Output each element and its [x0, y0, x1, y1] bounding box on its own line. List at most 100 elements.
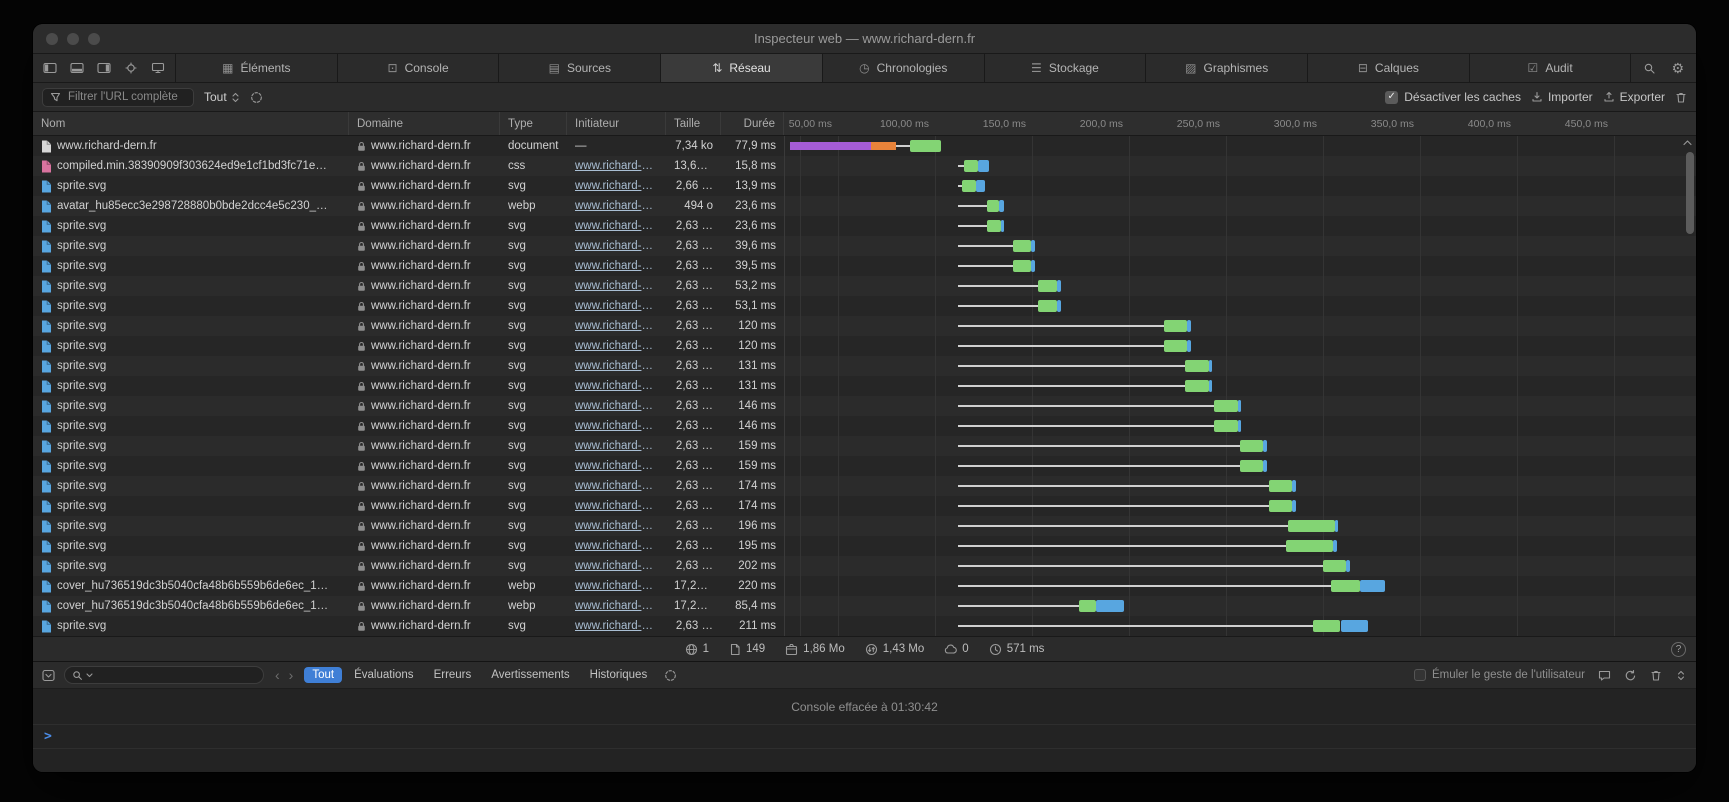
console-tab-tout[interactable]: Tout: [304, 667, 342, 683]
console-messages-icon[interactable]: [1598, 669, 1611, 682]
network-request-row[interactable]: sprite.svgwww.richard-dern.frsvgwww.rich…: [33, 456, 1696, 476]
request-initiator-link[interactable]: www.richard-d…: [575, 440, 658, 452]
scroll-up-chevron-icon[interactable]: [1682, 139, 1693, 147]
console-tab-avertissements[interactable]: Avertissements: [483, 667, 577, 683]
network-request-row[interactable]: sprite.svgwww.richard-dern.frsvgwww.rich…: [33, 296, 1696, 316]
request-initiator-link[interactable]: www.richard-d…: [575, 600, 658, 612]
tab-calques[interactable]: ⊟Calques: [1308, 54, 1470, 82]
network-request-row[interactable]: sprite.svgwww.richard-dern.frsvgwww.rich…: [33, 536, 1696, 556]
vertical-scrollbar[interactable]: [1686, 152, 1694, 634]
network-request-row[interactable]: sprite.svgwww.richard-dern.frsvgwww.rich…: [33, 336, 1696, 356]
network-request-row[interactable]: sprite.svgwww.richard-dern.frsvgwww.rich…: [33, 496, 1696, 516]
expand-console-icon[interactable]: [1675, 669, 1687, 682]
emulate-user-gesture-checkbox[interactable]: Émuler le geste de l'utilisateur: [1414, 669, 1585, 681]
network-request-row[interactable]: sprite.svgwww.richard-dern.frsvgwww.rich…: [33, 476, 1696, 496]
column-header-size[interactable]: Taille: [666, 112, 721, 135]
tab-audit[interactable]: ☑Audit: [1470, 54, 1632, 82]
network-request-row[interactable]: www.richard-dern.frwww.richard-dern.frdo…: [33, 136, 1696, 156]
network-request-row[interactable]: sprite.svgwww.richard-dern.frsvgwww.rich…: [33, 276, 1696, 296]
url-filter-field[interactable]: [42, 88, 194, 107]
network-request-row[interactable]: sprite.svgwww.richard-dern.frsvgwww.rich…: [33, 236, 1696, 256]
network-request-row[interactable]: sprite.svgwww.richard-dern.frsvgwww.rich…: [33, 396, 1696, 416]
network-request-row[interactable]: compiled.min.38390909f303624ed9e1cf1bd3f…: [33, 156, 1696, 176]
tab-chronologies[interactable]: ◷Chronologies: [823, 54, 985, 82]
tab-graphismes[interactable]: ▨Graphismes: [1146, 54, 1308, 82]
column-header-name[interactable]: Nom: [33, 112, 349, 135]
console-filter-input[interactable]: [96, 668, 256, 682]
request-initiator-link[interactable]: www.richard-d…: [575, 380, 658, 392]
network-request-row[interactable]: sprite.svgwww.richard-dern.frsvgwww.rich…: [33, 416, 1696, 436]
request-initiator-link[interactable]: www.richard-d…: [575, 420, 658, 432]
clear-console-trash-icon[interactable]: [1650, 669, 1662, 682]
back-arrow-icon[interactable]: ‹: [275, 667, 280, 683]
device-preview-icon[interactable]: [151, 62, 165, 74]
console-tab-evaluations[interactable]: Évaluations: [346, 667, 421, 683]
network-request-row[interactable]: sprite.svgwww.richard-dern.frsvgwww.rich…: [33, 176, 1696, 196]
dock-left-icon[interactable]: [43, 62, 57, 74]
request-initiator-link[interactable]: www.richard-d…: [575, 300, 658, 312]
network-request-row[interactable]: cover_hu736519dc3b5040cfa48b6b559b6de6ec…: [33, 596, 1696, 616]
request-initiator-link[interactable]: www.richard-d…: [575, 400, 658, 412]
disable-caches-checkbox[interactable]: ✓ Désactiver les caches: [1385, 90, 1521, 104]
console-tab-historiques[interactable]: Historiques: [582, 667, 656, 683]
request-initiator-link[interactable]: www.richard-d…: [575, 160, 658, 172]
request-initiator-link[interactable]: www.richard-d…: [575, 180, 658, 192]
console-tab-erreurs[interactable]: Erreurs: [426, 667, 480, 683]
request-initiator-link[interactable]: www.richard-d…: [575, 460, 658, 472]
request-initiator-link[interactable]: www.richard-d…: [575, 540, 658, 552]
network-request-row[interactable]: sprite.svgwww.richard-dern.frsvgwww.rich…: [33, 376, 1696, 396]
tab-console[interactable]: ⊡Console: [338, 54, 500, 82]
request-initiator-link[interactable]: www.richard-d…: [575, 620, 658, 632]
network-request-row[interactable]: sprite.svgwww.richard-dern.frsvgwww.rich…: [33, 316, 1696, 336]
minimize-button[interactable]: [67, 33, 79, 45]
import-button[interactable]: Importer: [1531, 90, 1593, 104]
request-initiator-link[interactable]: www.richard-d…: [575, 500, 658, 512]
help-button[interactable]: ?: [1671, 642, 1686, 657]
dock-right-icon[interactable]: [97, 62, 111, 74]
column-header-domain[interactable]: Domaine: [349, 112, 500, 135]
network-request-row[interactable]: sprite.svgwww.richard-dern.frsvgwww.rich…: [33, 436, 1696, 456]
network-request-row[interactable]: sprite.svgwww.richard-dern.frsvgwww.rich…: [33, 216, 1696, 236]
request-initiator-link[interactable]: www.richard-d…: [575, 480, 658, 492]
search-icon[interactable]: [1643, 62, 1656, 75]
element-picker-icon[interactable]: [124, 62, 138, 74]
network-request-row[interactable]: sprite.svgwww.richard-dern.frsvgwww.rich…: [33, 356, 1696, 376]
console-prompt[interactable]: >: [33, 725, 1696, 749]
network-request-row[interactable]: avatar_hu85ecc3e298728880b0bde2dcc4e5c23…: [33, 196, 1696, 216]
request-initiator-link[interactable]: www.richard-d…: [575, 520, 658, 532]
request-initiator-link[interactable]: www.richard-d…: [575, 200, 658, 212]
resource-type-select[interactable]: Tout: [204, 90, 240, 104]
tab-reseau[interactable]: ⇅Réseau: [661, 54, 823, 82]
zoom-button[interactable]: [88, 33, 100, 45]
request-initiator-link[interactable]: www.richard-d…: [575, 580, 658, 592]
close-button[interactable]: [46, 33, 58, 45]
network-request-row[interactable]: cover_hu736519dc3b5040cfa48b6b559b6de6ec…: [33, 576, 1696, 596]
request-initiator-link[interactable]: www.richard-d…: [575, 240, 658, 252]
reload-icon[interactable]: [1624, 669, 1637, 682]
tab-stockage[interactable]: ☰Stockage: [985, 54, 1147, 82]
url-filter-input[interactable]: [66, 90, 186, 104]
column-header-type[interactable]: Type: [500, 112, 567, 135]
forward-arrow-icon[interactable]: ›: [289, 667, 294, 683]
request-initiator-link[interactable]: www.richard-d…: [575, 280, 658, 292]
settings-gear-icon[interactable]: ⚙: [1671, 60, 1684, 77]
clear-network-trash-icon[interactable]: [1675, 91, 1687, 104]
tab-elements[interactable]: ▦Éléments: [176, 54, 338, 82]
network-request-row[interactable]: sprite.svgwww.richard-dern.frsvgwww.rich…: [33, 256, 1696, 276]
network-request-row[interactable]: sprite.svgwww.richard-dern.frsvgwww.rich…: [33, 556, 1696, 576]
request-initiator-link[interactable]: www.richard-d…: [575, 220, 658, 232]
network-request-row[interactable]: sprite.svgwww.richard-dern.frsvgwww.rich…: [33, 516, 1696, 536]
request-initiator-link[interactable]: www.richard-d…: [575, 320, 658, 332]
scrollbar-thumb[interactable]: [1686, 152, 1694, 234]
request-initiator-link[interactable]: www.richard-d…: [575, 260, 658, 272]
network-request-row[interactable]: sprite.svgwww.richard-dern.frsvgwww.rich…: [33, 616, 1696, 636]
request-initiator-link[interactable]: www.richard-d…: [575, 340, 658, 352]
export-button[interactable]: Exporter: [1603, 90, 1665, 104]
console-panel-icon[interactable]: [42, 669, 55, 682]
filter-options-icon[interactable]: [250, 91, 263, 104]
column-header-init[interactable]: Initiateur: [567, 112, 666, 135]
console-search-field[interactable]: [64, 666, 264, 684]
tab-sources[interactable]: ▤Sources: [499, 54, 661, 82]
dock-bottom-icon[interactable]: [70, 62, 84, 74]
request-initiator-link[interactable]: www.richard-d…: [575, 360, 658, 372]
